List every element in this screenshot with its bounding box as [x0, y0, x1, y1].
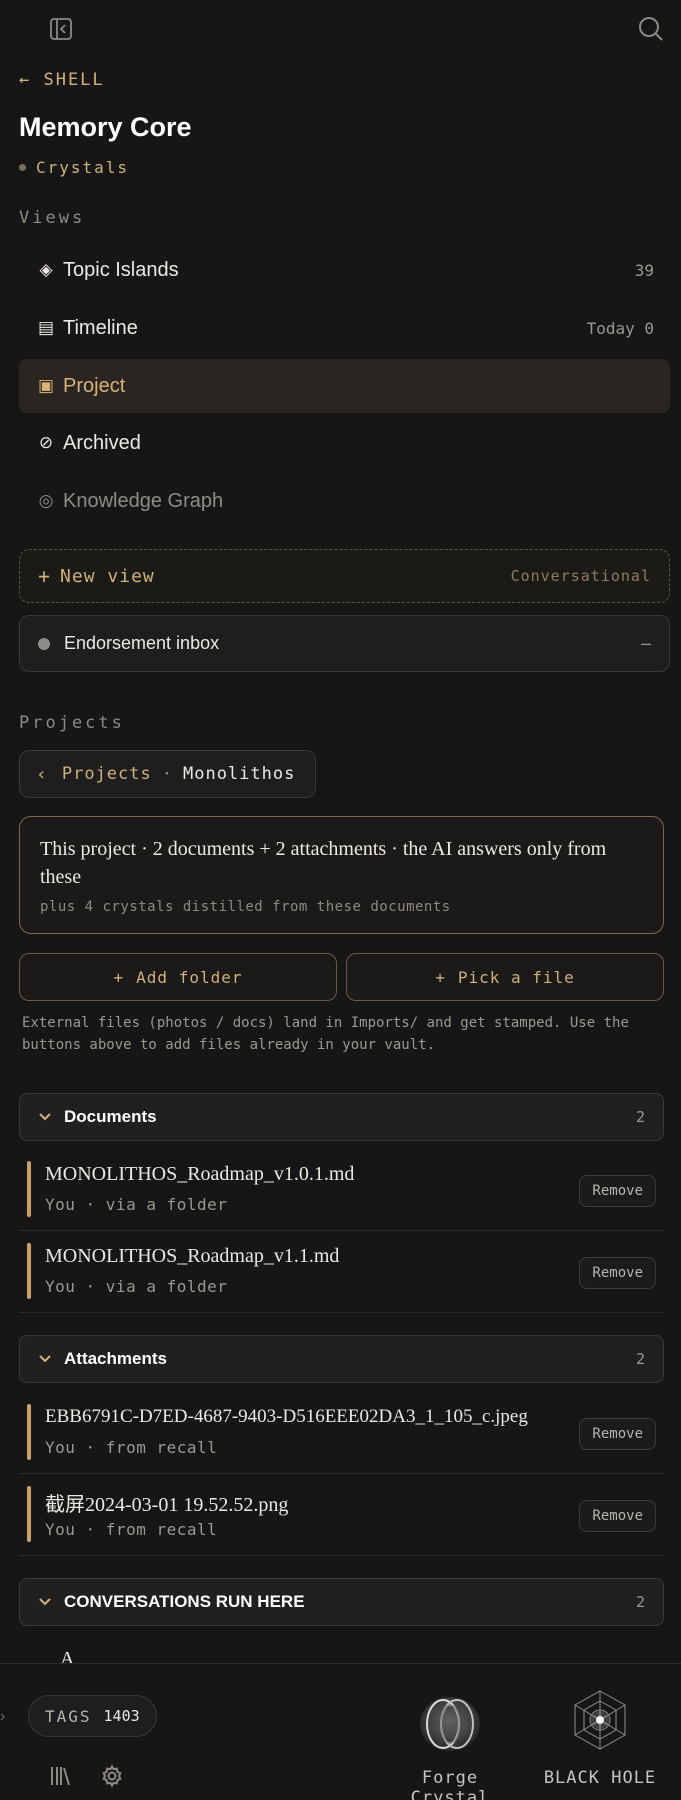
view-item-project[interactable]: ▣ Project [19, 359, 670, 413]
group-title: CONVERSATIONS RUN HERE [64, 1592, 305, 1611]
graph-icon: ◎ [38, 491, 54, 510]
file-meta: You · via a folder [45, 1195, 228, 1214]
archived-icon: ⊘ [38, 433, 54, 452]
bottom-bar: › TAGS 1403 Forge Crystal BLACK HOLE [0, 1663, 681, 1800]
group-title: Attachments [64, 1349, 167, 1368]
pick-file-label: Pick a file [457, 967, 575, 987]
chevron-down-icon [38, 1349, 52, 1369]
breadcrumb-separator: · [161, 764, 173, 784]
file-action-row: + Add folder + Pick a file [19, 953, 664, 1001]
group-title: Documents [64, 1107, 157, 1126]
top-bar [0, 0, 681, 60]
view-item-archived[interactable]: ⊘ Archived [19, 416, 670, 470]
view-item-label: Project [63, 374, 126, 397]
breadcrumb-current: Monolithos [182, 764, 296, 784]
accent-bar [27, 1243, 31, 1299]
forge-crystal-icon [420, 1697, 480, 1751]
remove-button[interactable]: Remove [579, 1175, 656, 1207]
search-icon[interactable] [636, 14, 666, 44]
diamond-icon: ◈ [39, 260, 53, 279]
file-meta: You · from recall [45, 1438, 218, 1457]
file-name: MONOLITHOS_Roadmap_v1.0.1.md [45, 1163, 355, 1185]
sidebar-collapse-icon[interactable] [46, 14, 76, 44]
gear-icon[interactable] [100, 1764, 124, 1788]
library-icon[interactable] [48, 1764, 72, 1788]
black-hole-button[interactable]: BLACK HOLE [540, 1688, 660, 1788]
file-name: EBB6791C-D7ED-4687-9403-D516EEE02DA3_1_1… [45, 1406, 528, 1427]
black-hole-label: BLACK HOLE [543, 1768, 657, 1788]
views-label: Views [19, 208, 86, 228]
view-item-label: Archived [63, 431, 141, 454]
plus-icon: + [113, 967, 125, 987]
breadcrumb-root[interactable]: Projects [62, 764, 152, 784]
page-title: Memory Core [19, 112, 192, 142]
status-dot [19, 164, 26, 171]
new-view-mode: Conversational [510, 567, 651, 585]
group-header-attachments[interactable]: Attachments 2 [19, 1335, 664, 1383]
view-item-knowledge-graph[interactable]: ◎ Knowledge Graph [19, 474, 670, 528]
inbox-value: – [640, 633, 651, 653]
accent-bar [27, 1161, 31, 1217]
black-hole-icon [574, 1690, 626, 1750]
project-info-summary: This project · 2 documents + 2 attachmen… [40, 838, 607, 888]
inbox-label: Endorsement inbox [64, 633, 220, 653]
view-item-topic-islands[interactable]: ◈ Topic Islands 39 [19, 243, 670, 297]
forge-crystal-button[interactable]: Forge Crystal [382, 1694, 518, 1800]
inbox-dot-icon [38, 637, 50, 650]
group-header-conversations[interactable]: CONVERSATIONS RUN HERE 2 [19, 1578, 664, 1626]
view-item-count: 39 [634, 260, 654, 280]
breadcrumb[interactable]: ‹ Projects · Monolithos [19, 750, 317, 798]
chevron-down-icon [38, 1107, 52, 1127]
tags-count: 1403 [103, 1707, 140, 1725]
plus-icon: + [38, 564, 51, 588]
plus-icon: + [435, 967, 446, 987]
chevron-right-icon[interactable]: › [0, 1708, 5, 1726]
chevron-left-icon: ‹ [36, 763, 48, 785]
file-meta: You · via a folder [45, 1277, 228, 1296]
group-count: 2 [635, 1108, 645, 1126]
group-count: 2 [635, 1593, 645, 1611]
tags-button[interactable]: TAGS 1403 [28, 1695, 157, 1737]
list-item[interactable]: MONOLITHOS_Roadmap_v1.0.1.md You · via a… [19, 1149, 664, 1231]
back-link[interactable]: ← SHELL [19, 70, 105, 90]
group-header-documents[interactable]: Documents 2 [19, 1093, 664, 1141]
file-name: MONOLITHOS_Roadmap_v1.1.md [45, 1245, 340, 1267]
remove-button[interactable]: Remove [579, 1418, 656, 1450]
view-item-label: Topic Islands [63, 258, 179, 281]
project-info-detail: plus 4 crystals distilled from these doc… [40, 899, 451, 915]
view-item-label: Knowledge Graph [63, 489, 224, 512]
group-count: 2 [635, 1350, 645, 1368]
pick-file-button[interactable]: + Pick a file [346, 953, 664, 1001]
accent-bar [27, 1404, 31, 1460]
add-folder-label: Add folder [136, 967, 243, 987]
endorsement-inbox[interactable]: Endorsement inbox – [19, 615, 670, 672]
list-item[interactable]: MONOLITHOS_Roadmap_v1.1.md You · via a f… [19, 1231, 664, 1313]
view-item-timeline[interactable]: ▤ Timeline Today 0 [19, 301, 670, 355]
remove-button[interactable]: Remove [579, 1500, 656, 1532]
new-view-label: New view [60, 565, 155, 587]
add-folder-button[interactable]: + Add folder [19, 953, 337, 1001]
project-info-card: This project · 2 documents + 2 attachmen… [19, 816, 664, 934]
list-item[interactable]: EBB6791C-D7ED-4687-9403-D516EEE02DA3_1_1… [19, 1392, 664, 1474]
import-hint: External files (photos / docs) land in I… [22, 1015, 629, 1053]
list-item[interactable]: 截屏2024-03-01 19.52.52.png You · from rec… [19, 1474, 664, 1556]
file-name: 截屏2024-03-01 19.52.52.png [45, 1494, 289, 1516]
view-item-label: Timeline [63, 316, 138, 339]
remove-button[interactable]: Remove [579, 1257, 656, 1289]
tags-label: TAGS [45, 1706, 92, 1726]
new-view-button[interactable]: + New view Conversational [19, 549, 670, 603]
subtitle: Crystals [19, 158, 129, 177]
timeline-icon: ▤ [37, 318, 55, 337]
subtitle-label: Crystals [36, 158, 130, 177]
chevron-down-icon [38, 1592, 52, 1612]
project-icon: ▣ [37, 376, 55, 395]
view-item-count: Today 0 [586, 318, 654, 338]
forge-crystal-label: Forge Crystal [410, 1768, 490, 1800]
projects-label: Projects [19, 713, 125, 733]
file-meta: You · from recall [45, 1520, 218, 1539]
accent-bar [27, 1486, 31, 1542]
